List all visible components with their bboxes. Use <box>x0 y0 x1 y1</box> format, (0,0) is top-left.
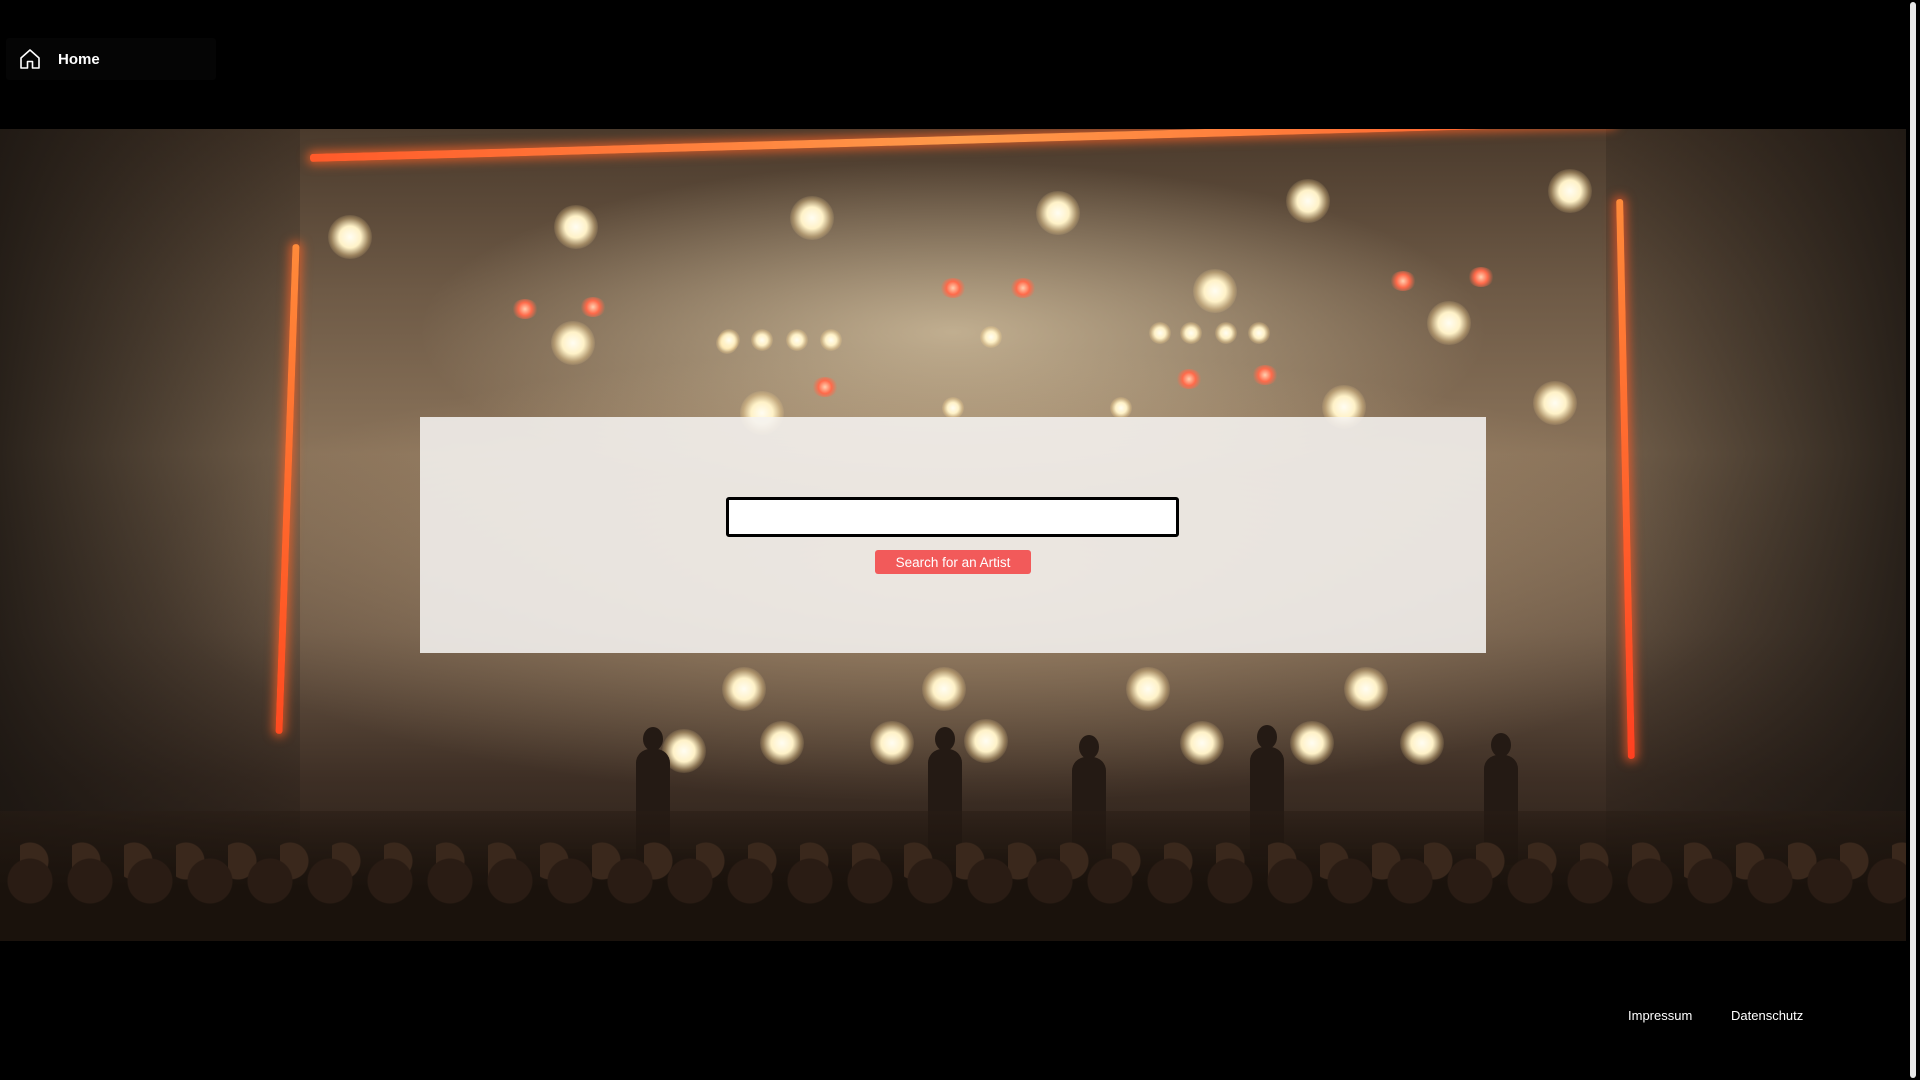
stage-light <box>1193 269 1237 313</box>
stage-floor-light <box>1344 667 1388 711</box>
stage-floor-light <box>964 719 1008 763</box>
stage-light <box>786 329 808 351</box>
home-label: Home <box>58 50 100 68</box>
scrollbar[interactable] <box>1906 0 1920 1080</box>
stage-light-red <box>1468 267 1494 287</box>
home-link[interactable]: Home <box>6 38 216 80</box>
footer-link-datenschutz[interactable]: Datenschutz <box>1731 1008 1803 1023</box>
footer-link-impressum[interactable]: Impressum <box>1628 1008 1692 1023</box>
stage-light-red <box>580 297 606 317</box>
stage-light-red <box>940 278 966 298</box>
stage-light <box>1533 381 1577 425</box>
stage-light <box>980 326 1002 348</box>
stage-floor-light <box>722 667 766 711</box>
stage-truss-top <box>309 129 1615 162</box>
stage-floor-light <box>1290 721 1334 765</box>
stage-light <box>554 205 598 249</box>
page: Home Search for an Artist Impressum Date… <box>0 0 1920 1080</box>
stage-floor-light <box>1400 721 1444 765</box>
stage-light <box>1036 191 1080 235</box>
stage-light-red <box>1176 369 1202 389</box>
stage-light <box>718 329 740 351</box>
footer: Impressum Datenschutz <box>0 941 1906 1080</box>
stage-floor-light <box>1180 721 1224 765</box>
scrollbar-thumb[interactable] <box>1910 2 1916 1078</box>
stage-light <box>1180 322 1202 344</box>
stage-floor-light <box>922 667 966 711</box>
stage-light <box>751 329 773 351</box>
stage-light <box>790 196 834 240</box>
stage-light <box>942 397 964 419</box>
stage-floor-light <box>1126 667 1170 711</box>
stage-light <box>820 329 842 351</box>
stage-light-red <box>1010 278 1036 298</box>
stage-light <box>1548 169 1592 213</box>
stage-light <box>1215 322 1237 344</box>
search-artist-button[interactable]: Search for an Artist <box>875 550 1031 574</box>
stage-light-red <box>1252 365 1278 385</box>
stage-light-red <box>1390 271 1416 291</box>
stage-light <box>1427 301 1471 345</box>
search-panel: Search for an Artist <box>420 417 1486 653</box>
home-icon <box>18 47 42 71</box>
stage-floor-light <box>870 721 914 765</box>
stage-light <box>1248 322 1270 344</box>
stage-light <box>328 215 372 259</box>
artist-search-input[interactable] <box>726 497 1179 537</box>
stage-light-red <box>812 377 838 397</box>
stage-floor-light <box>760 721 804 765</box>
stage-light <box>1149 322 1171 344</box>
stage-light <box>1286 179 1330 223</box>
crowd <box>0 811 1906 941</box>
header: Home <box>0 0 1906 129</box>
stage-light <box>551 321 595 365</box>
stage-light <box>1110 397 1132 419</box>
stage-light-red <box>512 299 538 319</box>
